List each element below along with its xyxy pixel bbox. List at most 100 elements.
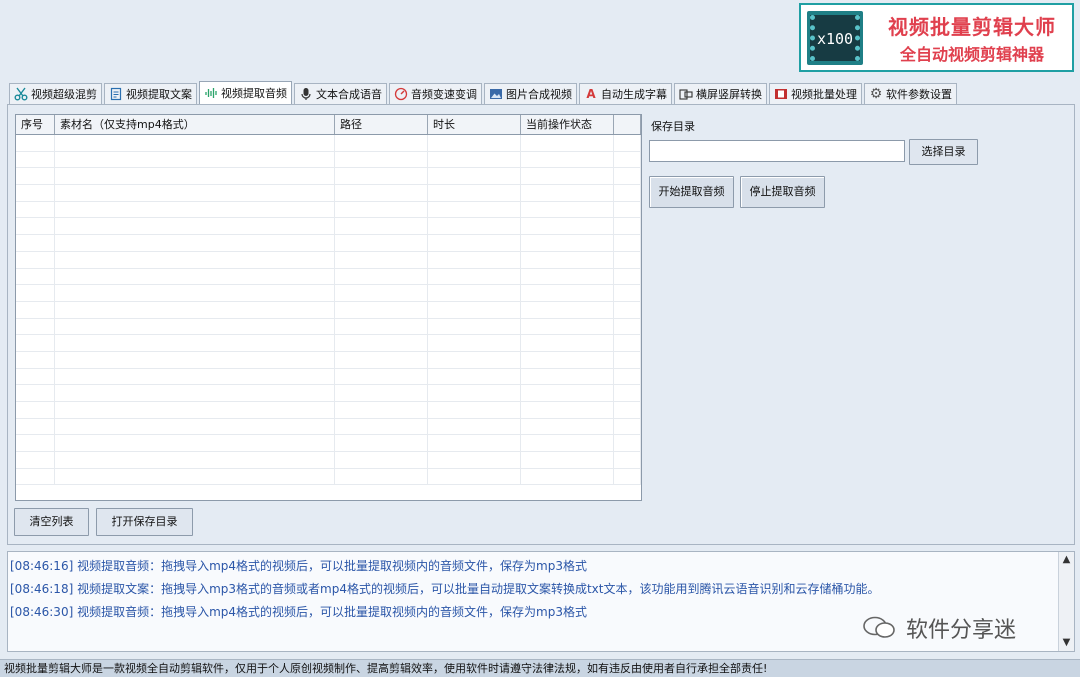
table-cell [16, 151, 55, 168]
table-cell [55, 318, 335, 335]
open-save-dir-button[interactable]: 打开保存目录 [96, 508, 193, 536]
table-cell [521, 385, 614, 401]
table-cell [614, 251, 641, 268]
table-cell [428, 251, 521, 268]
table-cell [614, 168, 641, 185]
gear-icon: ⚙ [869, 86, 883, 102]
col-path[interactable]: 路径 [335, 115, 428, 134]
tab-landscape-portrait[interactable]: 横屏竖屏转换 [674, 83, 767, 104]
tab-label: 视频批量处理 [791, 88, 857, 101]
log-line: [08:46:30] 视频提取音频：拖拽导入mp4格式的视频后，可以批量提取视频… [10, 605, 587, 619]
log-scrollbar[interactable]: ▲ ▼ [1058, 552, 1074, 651]
tab-auto-subtitles[interactable]: A 自动生成字幕 [579, 83, 672, 104]
table-cell [521, 452, 614, 468]
app-banner: x100 视频批量剪辑大师 全自动视频剪辑神器 [799, 3, 1074, 72]
table-row [16, 218, 641, 236]
choose-dir-button[interactable]: 选择目录 [909, 139, 978, 165]
table-cell [614, 185, 641, 201]
table-cell [16, 268, 55, 285]
tab-content-panel: 序号 素材名（仅支持mp4格式） 路径 时长 当前操作状态 清空列表 打开保存目… [7, 104, 1075, 545]
col-filename[interactable]: 素材名（仅支持mp4格式） [55, 115, 335, 134]
table-cell [16, 468, 55, 485]
table-cell [335, 351, 428, 368]
table-cell [335, 185, 428, 201]
table-cell [55, 235, 335, 251]
audio-wave-icon [204, 86, 218, 100]
table-cell [428, 235, 521, 251]
table-cell [428, 385, 521, 401]
table-cell [335, 435, 428, 452]
table-cell [521, 185, 614, 201]
scroll-up-icon[interactable]: ▲ [1060, 553, 1073, 567]
table-cell [521, 168, 614, 185]
table-cell [335, 301, 428, 318]
tab-label: 视频提取文案 [126, 88, 192, 101]
table-cell [614, 151, 641, 168]
table-cell [428, 201, 521, 218]
table-cell [521, 285, 614, 301]
tab-text-to-speech[interactable]: 文本合成语音 [294, 83, 387, 104]
table-cell [335, 235, 428, 251]
table-cell [614, 418, 641, 435]
table-cell [55, 385, 335, 401]
table-row [16, 402, 641, 419]
table-cell [614, 368, 641, 385]
table-row [16, 385, 641, 402]
table-cell [55, 368, 335, 385]
col-status[interactable]: 当前操作状态 [521, 115, 614, 134]
table-cell [335, 135, 428, 151]
table-cell [55, 201, 335, 218]
scissors-icon [14, 87, 28, 101]
table-cell [55, 168, 335, 185]
document-icon [109, 87, 123, 101]
tab-video-mix[interactable]: 视频超级混剪 [9, 83, 102, 104]
table-cell [521, 318, 614, 335]
table-cell [614, 402, 641, 418]
table-row [16, 452, 641, 469]
tab-label: 文本合成语音 [316, 88, 382, 101]
tab-batch-processing[interactable]: 视频批量处理 [769, 83, 862, 104]
tab-settings[interactable]: ⚙ 软件参数设置 [864, 83, 957, 104]
table-cell [428, 268, 521, 285]
table-cell [55, 435, 335, 452]
table-cell [55, 218, 335, 235]
table-cell [521, 468, 614, 485]
clear-list-button[interactable]: 清空列表 [14, 508, 89, 536]
start-extract-audio-button[interactable]: 开始提取音频 [649, 176, 734, 208]
table-cell [428, 285, 521, 301]
save-dir-input[interactable] [649, 140, 905, 162]
stop-extract-audio-button[interactable]: 停止提取音频 [740, 176, 825, 208]
tab-audio-speed-pitch[interactable]: 音频变速变调 [389, 83, 482, 104]
table-cell [521, 418, 614, 435]
file-table[interactable]: 序号 素材名（仅支持mp4格式） 路径 时长 当前操作状态 [15, 114, 642, 501]
app-logo: x100 [807, 11, 863, 65]
table-row [16, 135, 641, 152]
col-duration[interactable]: 时长 [428, 115, 521, 134]
table-cell [16, 385, 55, 401]
table-row [16, 435, 641, 453]
tab-video-to-text[interactable]: 视频提取文案 [104, 83, 197, 104]
tab-label: 视频超级混剪 [31, 88, 97, 101]
table-cell [55, 402, 335, 418]
table-cell [16, 135, 55, 151]
table-cell [335, 452, 428, 468]
table-cell [55, 135, 335, 151]
table-cell [16, 185, 55, 201]
table-cell [428, 335, 521, 351]
tab-video-to-audio[interactable]: 视频提取音频 [199, 81, 292, 104]
table-cell [614, 435, 641, 452]
tab-images-to-video[interactable]: 图片合成视频 [484, 83, 577, 104]
table-cell [16, 235, 55, 251]
table-cell [521, 151, 614, 168]
table-cell [335, 418, 428, 435]
table-cell [16, 435, 55, 452]
table-cell [16, 335, 55, 351]
table-cell [614, 351, 641, 368]
col-index[interactable]: 序号 [16, 115, 55, 134]
rotate-screen-icon [679, 87, 693, 101]
watermark: 软件分享迷 [862, 612, 1016, 644]
table-cell [55, 285, 335, 301]
table-cell [614, 235, 641, 251]
table-cell [335, 251, 428, 268]
scroll-down-icon[interactable]: ▼ [1060, 636, 1073, 650]
